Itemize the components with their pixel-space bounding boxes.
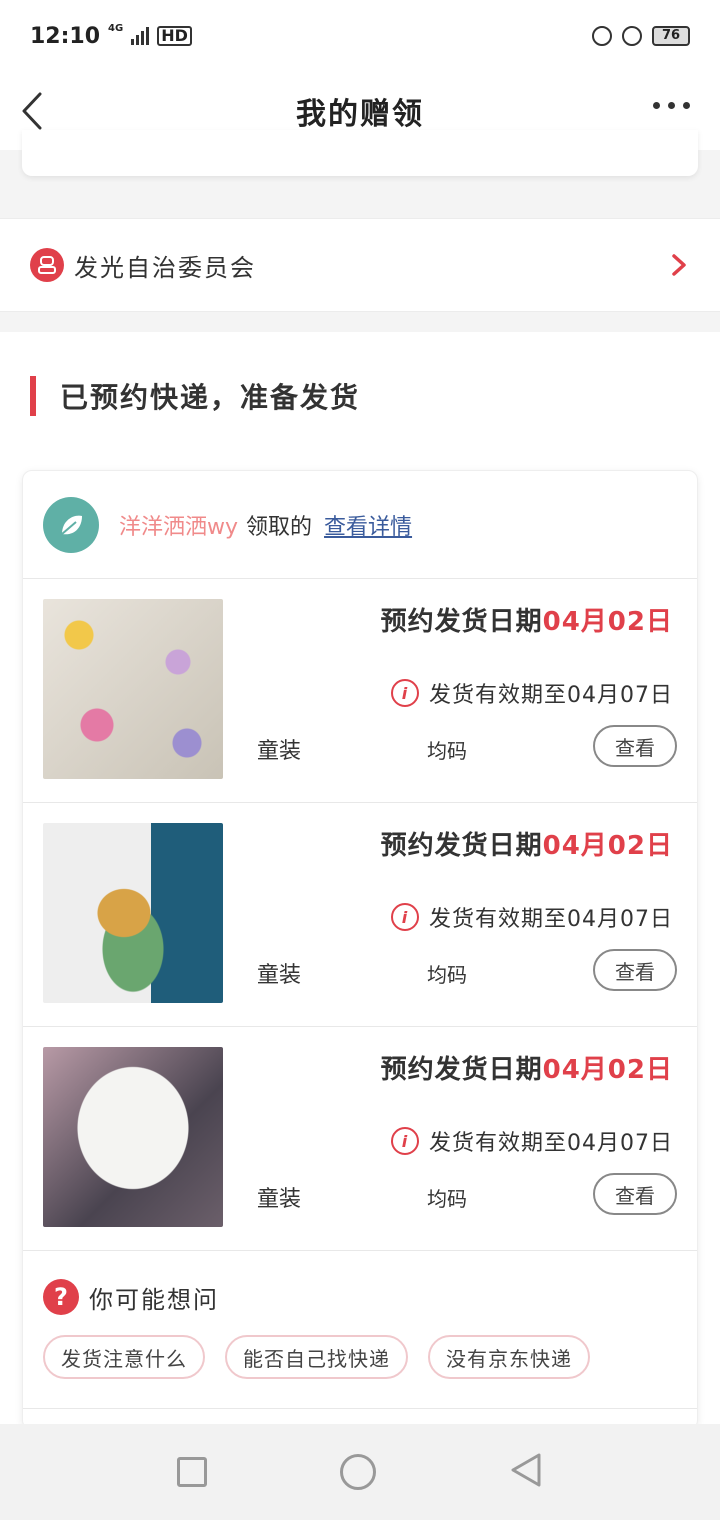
page-title: 我的赠领 — [296, 97, 424, 132]
system-back-icon[interactable] — [509, 1451, 543, 1493]
alarm-icon — [622, 26, 642, 46]
product-image[interactable] — [43, 823, 223, 1003]
hd-badge: HD — [157, 26, 192, 46]
ship-date-label: 预约发货日期 — [380, 831, 543, 861]
item-size: 均码 — [427, 739, 467, 763]
product-image[interactable] — [43, 1047, 223, 1227]
ship-date-value: 04月02日 — [542, 831, 673, 861]
ship-date-label: 预约发货日期 — [380, 607, 543, 637]
avatar[interactable] — [43, 496, 99, 553]
validity: i 发货有效期至04月07日 — [391, 1125, 673, 1157]
item-size: 均码 — [427, 1187, 467, 1211]
section-header: 已预约快递，准备发货 — [30, 376, 360, 416]
item-size: 均码 — [427, 963, 467, 987]
product-image[interactable] — [43, 599, 223, 779]
ship-date-value: 04月02日 — [542, 607, 673, 637]
shipping-section: 已预约快递，准备发货 洋洋洒洒wy 领取的 查看详情 预约发货日期04月02日 … — [0, 332, 720, 1430]
faq-title: 你可能想问 — [89, 1285, 219, 1314]
ship-date-label: 预约发货日期 — [380, 1055, 543, 1085]
validity-text: 发货有效期至04月07日 — [429, 683, 673, 708]
info-icon: i — [391, 903, 419, 931]
status-bar: 12:10 4G HD 76 — [0, 0, 720, 72]
faq-chips: 发货注意什么 能否自己找快递 没有京东快递 — [43, 1335, 677, 1379]
recent-apps-icon[interactable] — [176, 1457, 207, 1487]
faq-chip[interactable]: 没有京东快递 — [428, 1335, 590, 1379]
faq-chip[interactable]: 发货注意什么 — [43, 1335, 205, 1379]
order-card: 洋洋洒洒wy 领取的 查看详情 预约发货日期04月02日 i 发货有效期至04月0… — [22, 470, 698, 1430]
validity: i 发货有效期至04月07日 — [391, 901, 673, 933]
info-icon: i — [391, 1127, 419, 1155]
committee-row[interactable]: 发光自治委员会 — [0, 218, 720, 312]
ship-date: 预约发货日期04月02日 — [381, 1049, 673, 1086]
claim-text: 领取的 — [246, 514, 313, 540]
network-type: 4G — [108, 22, 124, 34]
system-nav-bar — [0, 1424, 720, 1520]
clock: 12:10 — [30, 23, 101, 49]
order-header: 洋洋洒洒wy 领取的 查看详情 — [23, 471, 697, 579]
status-right: 76 — [592, 26, 690, 46]
ship-date-value: 04月02日 — [542, 1055, 673, 1085]
chevron-right-icon — [672, 254, 686, 276]
view-button[interactable]: 查看 — [593, 1173, 677, 1215]
section-title: 已预约快递，准备发货 — [60, 381, 361, 414]
home-icon[interactable] — [339, 1454, 376, 1490]
user-name[interactable]: 洋洋洒洒wy — [119, 509, 238, 541]
question-icon: ? — [43, 1279, 79, 1315]
committee-label: 发光自治委员会 — [74, 253, 256, 282]
battery-indicator: 76 — [652, 26, 690, 46]
order-item: 预约发货日期04月02日 i 发货有效期至04月07日 童装 均码 查看 — [23, 803, 697, 1027]
ship-date: 预约发货日期04月02日 — [381, 825, 673, 862]
more-icon[interactable] — [653, 96, 690, 115]
view-details-link[interactable]: 查看详情 — [324, 509, 412, 541]
order-item: 预约发货日期04月02日 i 发货有效期至04月07日 童装 均码 查看 — [23, 1027, 697, 1251]
validity-text: 发货有效期至04月07日 — [429, 1131, 673, 1156]
status-left: 12:10 4G HD — [30, 22, 192, 49]
item-category: 童装 — [257, 1187, 302, 1212]
item-category: 童装 — [257, 963, 302, 988]
faq-section: ? 你可能想问 发货注意什么 能否自己找快递 没有京东快递 — [23, 1251, 697, 1409]
info-icon: i — [391, 679, 419, 707]
validity: i 发货有效期至04月07日 — [391, 677, 673, 709]
committee-icon — [30, 248, 64, 282]
view-button[interactable]: 查看 — [593, 949, 677, 991]
previous-card — [22, 130, 698, 176]
order-item: 预约发货日期04月02日 i 发货有效期至04月07日 童装 均码 查看 — [23, 579, 697, 803]
rotation-lock-icon — [592, 26, 612, 46]
section-accent-bar — [30, 376, 36, 416]
faq-chip[interactable]: 能否自己找快递 — [225, 1335, 408, 1379]
faq-header: ? 你可能想问 — [43, 1279, 677, 1315]
view-button[interactable]: 查看 — [593, 725, 677, 767]
back-icon[interactable] — [18, 86, 58, 136]
signal-icon — [131, 27, 150, 45]
ship-date: 预约发货日期04月02日 — [381, 601, 673, 638]
validity-text: 发货有效期至04月07日 — [429, 907, 673, 932]
item-category: 童装 — [257, 739, 302, 764]
